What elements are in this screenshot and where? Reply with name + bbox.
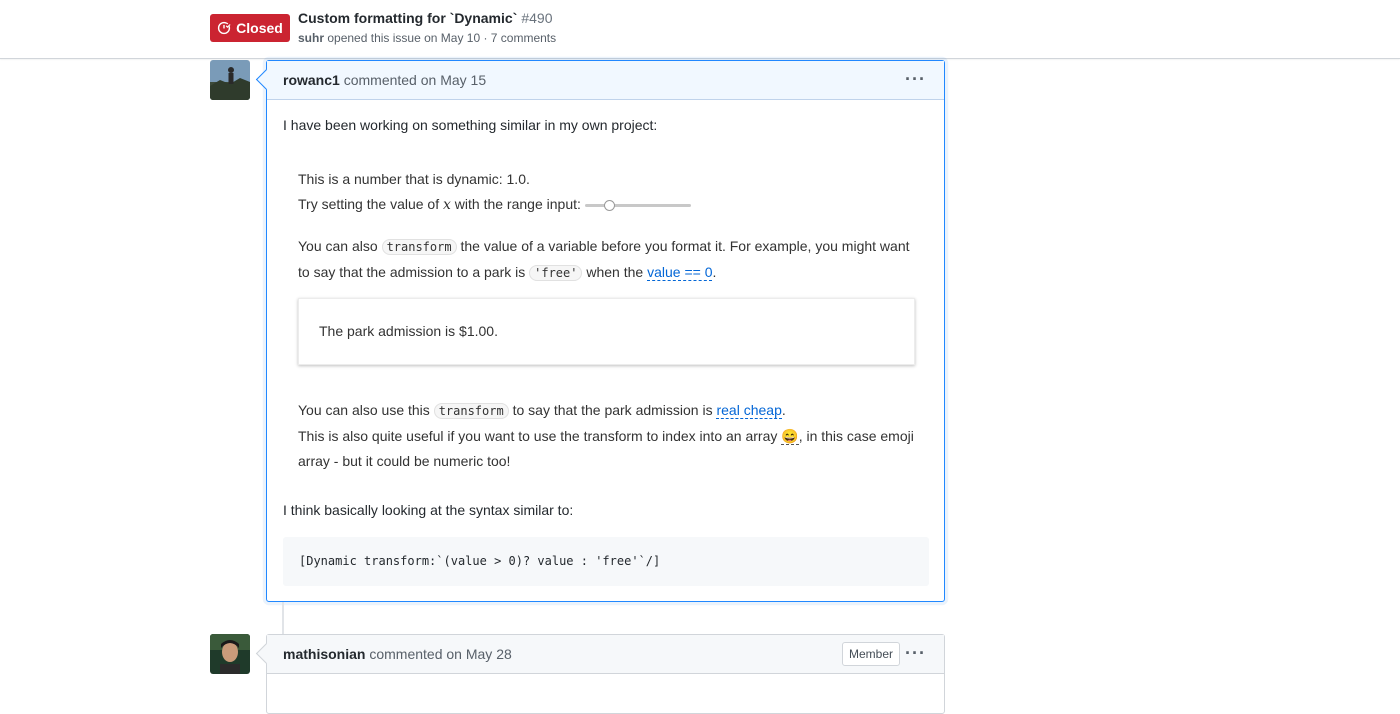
dynamic-value-link[interactable]: value == 0	[647, 264, 713, 281]
comment-card: mathisonian commented on May 28 Member ·…	[255, 634, 945, 714]
inline-code: transform	[381, 239, 457, 255]
code-text: [Dynamic transform:`(value > 0)? value :…	[299, 554, 661, 568]
issue-closed-icon	[218, 21, 232, 35]
demo-paragraph-3: You can also use this transform to say t…	[298, 398, 915, 424]
demo-paragraph-4: This is also quite useful if you want to…	[298, 424, 915, 474]
slider-thumb[interactable]	[603, 200, 615, 212]
member-badge: Member	[841, 642, 900, 666]
issue-title-text: Custom formatting for `Dynamic`	[298, 10, 518, 26]
comment-byline: mathisonian commented on May 28	[283, 646, 512, 662]
variable-x: x	[443, 197, 451, 213]
syntax-intro: I think basically looking at the syntax …	[283, 502, 574, 518]
p3-text-c: .	[781, 402, 786, 418]
p3-text-b: to say that the park admission is	[508, 402, 717, 418]
issue-meta-text: opened this issue on May 10 · 7 comments	[327, 31, 557, 45]
issue-title: Custom formatting for `Dynamic` #490	[298, 10, 553, 26]
avatar-image	[210, 60, 250, 100]
demo-line-1: This is a number that is dynamic: 1.0.	[298, 171, 530, 187]
slider-track	[584, 204, 691, 208]
issue-header: Closed Custom formatting for `Dynamic` #4…	[0, 0, 1400, 59]
comment-card: rowanc1 commented on May 15 ··· I have b…	[255, 60, 945, 602]
issue-number: #490	[521, 10, 553, 26]
more-options-icon[interactable]: ···	[905, 644, 926, 662]
p2-text-d: .	[712, 264, 717, 280]
avatar[interactable]	[210, 634, 250, 674]
timeline-line	[282, 602, 284, 634]
admission-text: The park admission is $1.00.	[319, 323, 498, 339]
p3-text-a: You can also use this	[298, 402, 434, 418]
embedded-demo: This is a number that is dynamic: 1.0. T…	[298, 167, 915, 286]
comment-intro: I have been working on something similar…	[283, 117, 658, 133]
issue-meta: suhr opened this issue on May 10 · 7 com…	[298, 31, 556, 45]
range-slider[interactable]	[584, 200, 691, 212]
comment-author-link[interactable]: rowanc1	[283, 72, 340, 88]
admission-box: The park admission is $1.00.	[298, 298, 915, 365]
embedded-demo-2: You can also use this transform to say t…	[298, 398, 915, 474]
avatar-image	[210, 634, 250, 674]
comment-byline: rowanc1 commented on May 15	[283, 72, 486, 88]
real-cheap-link[interactable]: real cheap	[716, 402, 782, 419]
comment-timestamp[interactable]: commented on May 15	[344, 72, 486, 88]
comment-header: mathisonian commented on May 28 Member ·…	[267, 635, 944, 674]
p2-text-a: You can also	[298, 238, 382, 254]
comment-author-link[interactable]: mathisonian	[283, 646, 365, 662]
demo-line-2: Try setting the value of x with the rang…	[298, 192, 915, 218]
comment-timestamp[interactable]: commented on May 28	[369, 646, 511, 662]
inline-code: transform	[433, 403, 509, 419]
inline-code: 'free'	[529, 265, 583, 281]
more-options-icon[interactable]: ···	[905, 70, 926, 88]
demo-paragraph-2: You can also transform the value of a va…	[298, 234, 915, 286]
emoji-smile[interactable]: 😄	[781, 428, 799, 445]
p2-text-c: when the	[582, 264, 648, 280]
demo-line-2-text-2: with the range input:	[450, 196, 581, 212]
issue-author-link[interactable]: suhr	[298, 31, 324, 45]
code-block: [Dynamic transform:`(value > 0)? value :…	[283, 537, 929, 586]
state-label: Closed	[236, 20, 283, 36]
comment-header: rowanc1 commented on May 15 ···	[267, 61, 944, 100]
p4-text-a: This is also quite useful if you want to…	[298, 428, 782, 444]
demo-line-2-text: Try setting the value of	[298, 196, 443, 212]
state-badge-closed: Closed	[210, 14, 290, 42]
avatar[interactable]	[210, 60, 250, 100]
